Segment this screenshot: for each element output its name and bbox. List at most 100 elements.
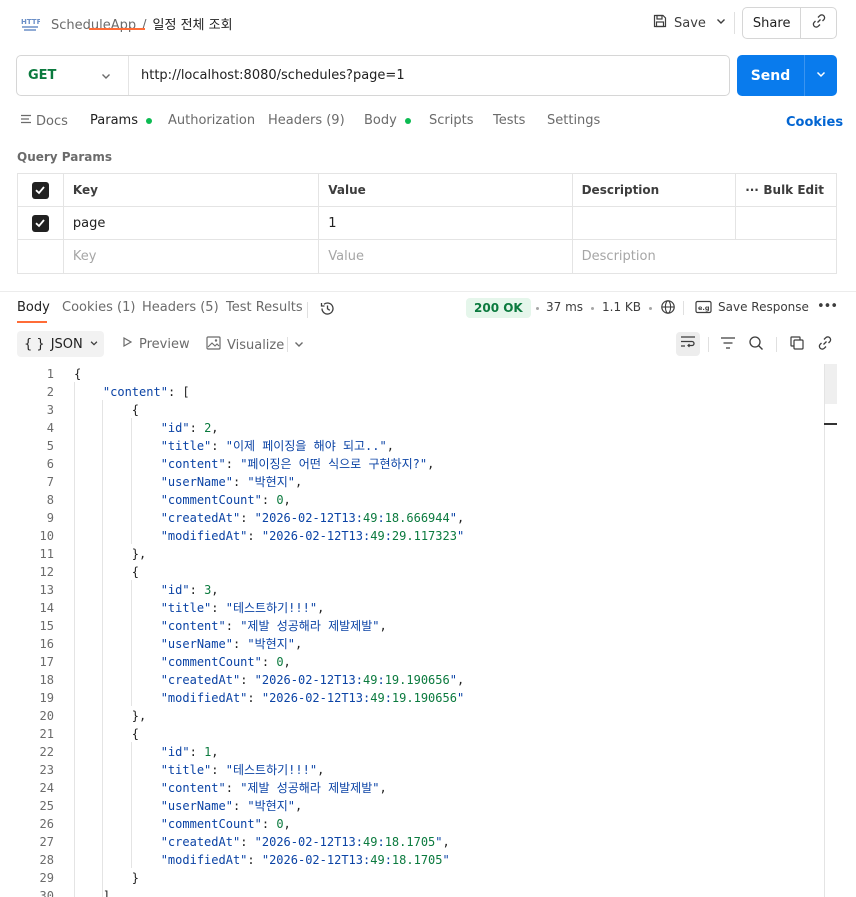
response-body-editor[interactable]: 1{2 "content": [3 {4 "id": 2, 5 "title": … (0, 364, 824, 897)
code-line: 1{ (0, 365, 824, 383)
copy-link-button[interactable] (801, 8, 836, 38)
send-group: Send (737, 55, 837, 96)
code-text: { (74, 367, 82, 381)
table-row-new: Key Value Description (18, 240, 836, 273)
line-number: 21 (39, 727, 54, 741)
code-line: 29 } (0, 869, 824, 887)
send-options-button[interactable] (805, 55, 837, 96)
copy-button[interactable] (786, 334, 808, 356)
tab-headers[interactable]: Headers (9) (268, 113, 345, 128)
line-number: 15 (39, 619, 54, 633)
row-spacer (736, 207, 836, 239)
wrap-lines-button[interactable] (676, 332, 700, 356)
save-icon (652, 13, 668, 33)
code-line: 15 "content": "제발 성공해라 제발제발", (0, 617, 824, 635)
url-input[interactable]: http://localhost:8080/schedules?page=1 (129, 68, 405, 83)
tab-docs[interactable]: Docs (20, 113, 68, 129)
history-icon[interactable] (319, 300, 336, 321)
tab-tests[interactable]: Tests (493, 113, 525, 128)
image-icon (206, 336, 221, 354)
tab-divider (307, 302, 308, 318)
chevron-down-icon[interactable] (293, 338, 305, 354)
param-key[interactable]: page (64, 207, 320, 239)
request-tabs: Docs Params Authorization Headers (9) Bo… (0, 108, 856, 138)
tab-settings[interactable]: Settings (547, 113, 600, 128)
code-text: "modifiedAt": "2026-02-12T13:49:19.19065… (160, 691, 465, 705)
more-options-icon[interactable]: ••• (817, 299, 838, 314)
line-number: 10 (39, 529, 54, 543)
code-line: 25 "userName": "박현지", (0, 797, 824, 815)
tab-authorization[interactable]: Authorization (168, 113, 255, 128)
code-line: 12 { (0, 563, 824, 581)
code-text: { (74, 727, 140, 741)
code-line: 2 "content": [ (0, 383, 824, 401)
request-name[interactable]: 일정 전체 조회 (153, 18, 233, 33)
format-select[interactable]: { } JSON (17, 331, 104, 357)
code-text: "content": "제발 성공해라 제발제발", (160, 619, 387, 633)
scrollbar-thumb[interactable] (825, 364, 837, 404)
save-response-icon: e.g (695, 300, 713, 318)
line-number: 14 (39, 601, 54, 615)
code-line: 9 "createdAt": "2026-02-12T13:49:18.6669… (0, 509, 824, 527)
more-options-icon[interactable]: ··· (745, 183, 759, 197)
preview-button[interactable]: Preview (121, 336, 190, 352)
param-description[interactable] (573, 207, 737, 239)
status-badge[interactable]: 200 OK (466, 298, 531, 318)
cookies-link[interactable]: Cookies (786, 115, 843, 130)
tab-test-results[interactable]: Test Results (226, 300, 303, 315)
search-icon (748, 335, 764, 355)
copy-link-button[interactable] (814, 334, 836, 356)
tab-response-cookies[interactable]: Cookies (1) (62, 300, 135, 315)
active-response-tab-underline (17, 321, 47, 323)
breadcrumb-collection[interactable]: ScheduleApp (51, 18, 136, 33)
globe-icon[interactable] (660, 299, 676, 319)
checkbox-checked-icon (31, 181, 49, 199)
tab-response-body[interactable]: Body (17, 300, 50, 315)
code-line: 8 "commentCount": 0, (0, 491, 824, 509)
code-text: "title": "테스트하기!!!", (160, 601, 325, 615)
tab-body[interactable]: Body (364, 113, 411, 128)
meta-separator-dot (649, 307, 652, 310)
row-checkbox[interactable] (18, 207, 64, 239)
search-button[interactable] (745, 334, 767, 356)
code-text: "id": 3, (160, 583, 219, 597)
save-response-button[interactable]: Save Response (718, 300, 809, 314)
tab-label: Settings (547, 113, 601, 128)
filter-button[interactable] (717, 334, 739, 356)
code-line: 11 }, (0, 545, 824, 563)
svg-text:HTTP: HTTP (21, 18, 40, 26)
new-description-input[interactable]: Description (573, 240, 836, 273)
line-number: 2 (46, 385, 54, 399)
response-size[interactable]: 1.1 KB (602, 300, 641, 314)
tab-label: Docs (36, 113, 68, 129)
column-header-description: Description (573, 174, 737, 206)
code-line: 21 { (0, 725, 824, 743)
wrap-lines-icon (680, 335, 696, 353)
code-line: 17 "commentCount": 0, (0, 653, 824, 671)
code-line: 30 ], (0, 887, 824, 897)
tab-scripts[interactable]: Scripts (429, 113, 473, 128)
share-button[interactable]: Share (743, 8, 802, 38)
tab-params[interactable]: Params (90, 113, 152, 128)
send-button[interactable]: Send (737, 55, 805, 96)
line-number: 4 (46, 421, 54, 435)
bulk-edit-button[interactable]: Bulk Edit (763, 183, 824, 197)
line-number: 23 (39, 763, 54, 777)
response-time[interactable]: 37 ms (546, 300, 583, 314)
scrollbar[interactable] (824, 364, 838, 897)
select-all-checkbox[interactable] (18, 174, 64, 206)
toolbar-divider (776, 337, 777, 352)
tab-response-headers[interactable]: Headers (5) (142, 300, 219, 315)
code-line: 19 "modifiedAt": "2026-02-12T13:49:19.19… (0, 689, 824, 707)
visualize-button[interactable]: Visualize (206, 336, 284, 354)
new-key-input[interactable]: Key (64, 240, 320, 273)
new-value-input[interactable]: Value (319, 240, 573, 273)
save-options-button[interactable] (708, 8, 734, 38)
request-header: HTTP ScheduleApp / 일정 전체 조회 Save Share (0, 0, 856, 46)
code-text: "content": [ (102, 385, 190, 399)
save-button[interactable]: Save (646, 8, 706, 38)
line-number: 29 (39, 871, 54, 885)
param-value[interactable]: 1 (319, 207, 573, 239)
code-text: "commentCount": 0, (160, 655, 291, 669)
method-select[interactable]: GET (17, 56, 129, 95)
